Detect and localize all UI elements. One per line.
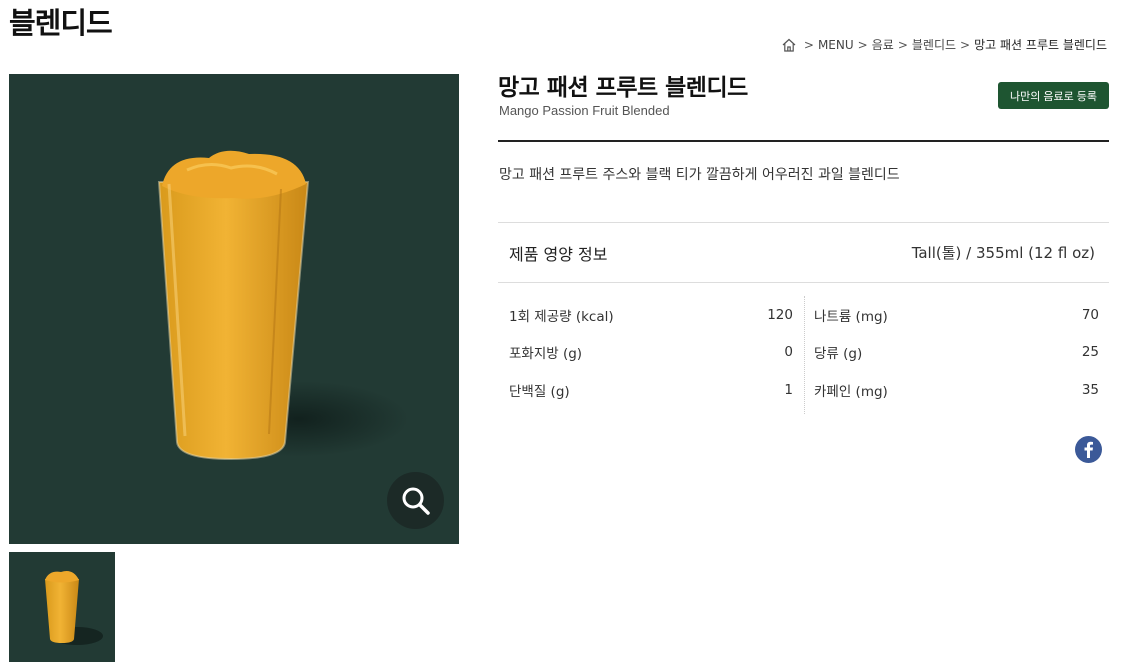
- breadcrumb-separator: >: [897, 37, 908, 52]
- nutrition-divider-bottom: [498, 282, 1109, 283]
- page-title: 블렌디드: [9, 6, 113, 40]
- product-thumbnail[interactable]: [9, 552, 115, 662]
- header-divider: [498, 140, 1109, 142]
- nutrition-label: 포화지방 (g): [509, 346, 583, 363]
- nutrition-size: Tall(톨) / 355ml (12 fl oz): [911, 244, 1095, 262]
- nutrition-divider-top: [498, 222, 1109, 223]
- nutrition-row-saturated-fat: 포화지방 (g) 0: [498, 334, 803, 372]
- breadcrumb-menu[interactable]: MENU: [818, 38, 854, 52]
- nutrition-row-caffeine: 카페인 (mg) 35: [805, 371, 1109, 409]
- breadcrumb-separator: >: [960, 37, 971, 52]
- nutrition-row-sodium: 나트륨 (mg) 70: [805, 296, 1109, 334]
- nutrition-value: 35: [1081, 381, 1099, 398]
- product-description: 망고 패션 프루트 주스와 블랙 티가 깔끔하게 어우러진 과일 블렌디드: [499, 167, 900, 183]
- nutrition-value: 0: [784, 344, 793, 361]
- nutrition-column-right: 나트륨 (mg) 70 당류 (g) 25 카페인 (mg) 35: [804, 296, 1109, 414]
- zoom-button[interactable]: [387, 472, 444, 529]
- breadcrumb-current: 망고 패션 프루트 블렌디드: [974, 38, 1107, 52]
- nutrition-value: 25: [1081, 344, 1099, 361]
- drink-illustration: [157, 150, 409, 461]
- magnifier-icon: [402, 487, 430, 515]
- nutrition-title: 제품 영양 정보: [509, 245, 608, 264]
- nutrition-label: 나트륨 (mg): [814, 308, 888, 325]
- home-icon[interactable]: [781, 37, 797, 53]
- nutrition-label: 카페인 (mg): [814, 383, 888, 400]
- nutrition-value: 120: [767, 306, 793, 323]
- facebook-share-button[interactable]: [1075, 436, 1102, 463]
- nutrition-value: 1: [784, 381, 793, 398]
- nutrition-label: 당류 (g): [814, 346, 863, 363]
- breadcrumb-beverage[interactable]: 음료: [872, 36, 894, 53]
- nutrition-column-left: 1회 제공량 (kcal) 120 포화지방 (g) 0 단백질 (g) 1: [498, 296, 803, 409]
- thumbnail-drink-illustration: [45, 571, 103, 645]
- register-my-drink-button[interactable]: 나만의 음료로 등록: [998, 82, 1109, 109]
- nutrition-label: 1회 제공량 (kcal): [509, 308, 614, 325]
- product-image: [9, 74, 459, 544]
- nutrition-value: 70: [1081, 306, 1099, 323]
- nutrition-row-kcal: 1회 제공량 (kcal) 120: [498, 296, 803, 334]
- product-name-english: Mango Passion Fruit Blended: [499, 103, 670, 118]
- product-name: 망고 패션 프루트 블렌디드: [498, 75, 748, 101]
- breadcrumb-separator: >: [803, 37, 814, 52]
- nutrition-label: 단백질 (g): [509, 383, 570, 400]
- nutrition-row-sugar: 당류 (g) 25: [805, 334, 1109, 372]
- breadcrumb-blended[interactable]: 블렌디드: [912, 36, 956, 53]
- breadcrumb-separator: >: [857, 37, 868, 52]
- facebook-icon: [1084, 441, 1093, 458]
- breadcrumb: > MENU > 음료 > 블렌디드 > 망고 패션 프루트 블렌디드: [781, 36, 1107, 53]
- nutrition-row-protein: 단백질 (g) 1: [498, 371, 803, 409]
